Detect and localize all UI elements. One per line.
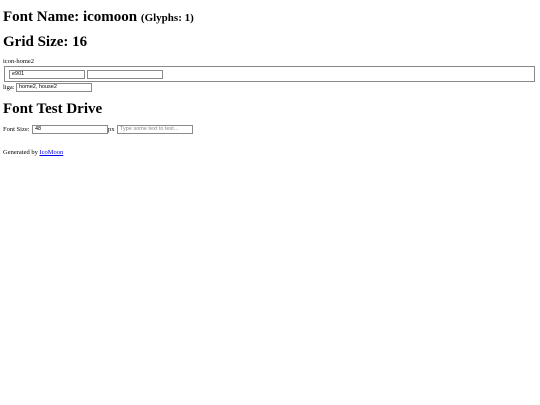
test-text-input[interactable] bbox=[117, 125, 193, 134]
font-name-label: Font Name: bbox=[3, 9, 80, 25]
page: Font Name: icomoon (Glyphs: 1) Grid Size… bbox=[0, 0, 540, 405]
font-test-drive-heading: Font Test Drive bbox=[3, 101, 103, 117]
liga-label: liga: bbox=[3, 84, 15, 91]
generated-by-text: Generated by bbox=[3, 149, 38, 156]
glyph-name: icon-home2 bbox=[3, 58, 35, 65]
glyph-box bbox=[4, 66, 535, 82]
grid-size-heading: Grid Size: 16 bbox=[3, 33, 87, 51]
icomoon-link[interactable]: IcoMoon bbox=[39, 149, 63, 156]
footer: Generated by IcoMoon bbox=[3, 149, 63, 157]
font-size-input[interactable] bbox=[32, 125, 108, 134]
liga-input[interactable] bbox=[16, 83, 92, 92]
glyph-count: (Glyphs: 1) bbox=[140, 12, 194, 24]
grid-size-value: 16 bbox=[72, 34, 88, 50]
px-unit-label: px bbox=[108, 126, 115, 133]
glyph-code-input[interactable] bbox=[9, 70, 85, 79]
grid-size-label: Grid Size: bbox=[3, 34, 69, 50]
font-size-label: Font Size: bbox=[3, 126, 30, 133]
glyph-char-input[interactable] bbox=[87, 70, 163, 79]
font-name-heading: Font Name: icomoon (Glyphs: 1) bbox=[3, 8, 194, 27]
font-name-value: icomoon bbox=[82, 9, 138, 25]
